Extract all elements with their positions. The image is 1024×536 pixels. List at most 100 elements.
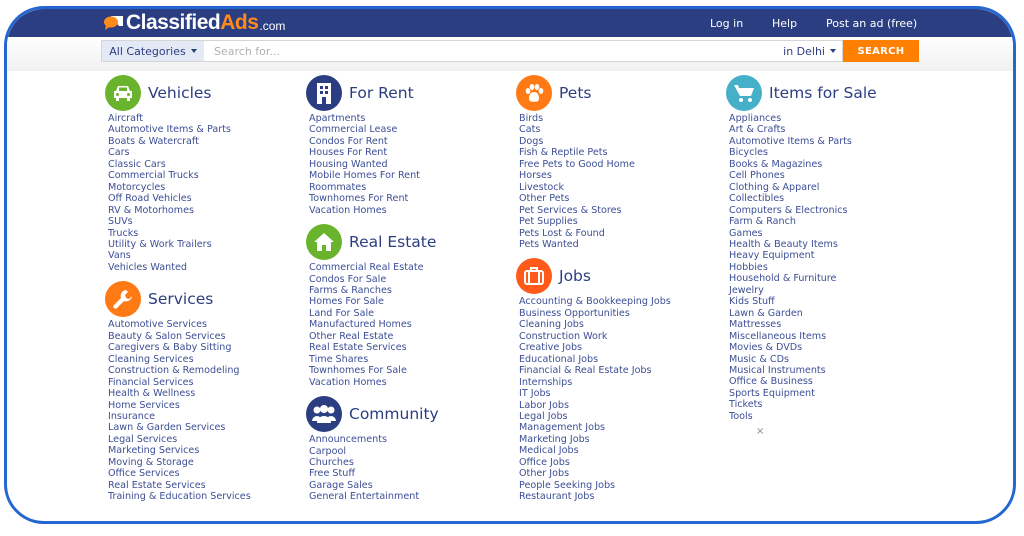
subcategory-link[interactable]: Cats: [519, 124, 671, 135]
subcategory-link[interactable]: Caregivers & Baby Sitting: [108, 342, 251, 353]
house-icon[interactable]: [306, 224, 342, 261]
subcategory-link[interactable]: Automotive Items & Parts: [108, 124, 251, 135]
subcategory-link[interactable]: Utility & Work Trailers: [108, 239, 251, 250]
subcategory-link[interactable]: RV & Motorhomes: [108, 205, 251, 216]
subcategory-link[interactable]: Movies & DVDs: [729, 342, 877, 353]
subcategory-link[interactable]: Home Services: [108, 400, 251, 411]
category-dropdown[interactable]: All Categories: [102, 41, 204, 61]
location-dropdown[interactable]: in Delhi: [783, 41, 836, 61]
subcategory-link[interactable]: Collectibles: [729, 193, 877, 204]
subcategory-link[interactable]: Real Estate Services: [309, 342, 439, 353]
subcategory-link[interactable]: Cell Phones: [729, 170, 877, 181]
subcategory-link[interactable]: Apartments: [309, 113, 439, 124]
subcategory-link[interactable]: Financial Services: [108, 377, 251, 388]
subcategory-link[interactable]: Games: [729, 228, 877, 239]
subcategory-link[interactable]: Off Road Vehicles: [108, 193, 251, 204]
subcategory-link[interactable]: Hobbies: [729, 262, 877, 273]
subcategory-link[interactable]: Houses For Rent: [309, 147, 439, 158]
subcategory-link[interactable]: Condos For Rent: [309, 136, 439, 147]
subcategory-link[interactable]: Pets Lost & Found: [519, 228, 671, 239]
subcategory-link[interactable]: Marketing Services: [108, 445, 251, 456]
category-title[interactable]: Items for Sale: [769, 84, 877, 102]
subcategory-link[interactable]: Financial & Real Estate Jobs: [519, 365, 671, 376]
subcategory-link[interactable]: Manufactured Homes: [309, 319, 439, 330]
subcategory-link[interactable]: Vehicles Wanted: [108, 262, 251, 273]
subcategory-link[interactable]: Beauty & Salon Services: [108, 331, 251, 342]
subcategory-link[interactable]: Accounting & Bookkeeping Jobs: [519, 296, 671, 307]
subcategory-link[interactable]: Moving & Storage: [108, 457, 251, 468]
subcategory-link[interactable]: Free Pets to Good Home: [519, 159, 671, 170]
subcategory-link[interactable]: Commercial Lease: [309, 124, 439, 135]
subcategory-link[interactable]: Music & CDs: [729, 354, 877, 365]
subcategory-link[interactable]: Pets Wanted: [519, 239, 671, 250]
subcategory-link[interactable]: Construction Work: [519, 331, 671, 342]
subcategory-link[interactable]: Churches: [309, 457, 439, 468]
subcategory-link[interactable]: Books & Magazines: [729, 159, 877, 170]
subcategory-link[interactable]: Pet Supplies: [519, 216, 671, 227]
help-link[interactable]: Help: [772, 17, 797, 30]
subcategory-link[interactable]: Free Stuff: [309, 468, 439, 479]
wrench-icon[interactable]: [105, 281, 141, 318]
category-title[interactable]: For Rent: [349, 84, 414, 102]
subcategory-link[interactable]: Household & Furniture: [729, 273, 877, 284]
subcategory-link[interactable]: Boats & Watercraft: [108, 136, 251, 147]
subcategory-link[interactable]: Mobile Homes For Rent: [309, 170, 439, 181]
subcategory-link[interactable]: Farm & Ranch: [729, 216, 877, 227]
subcategory-link[interactable]: People Seeking Jobs: [519, 480, 671, 491]
subcategory-link[interactable]: Computers & Electronics: [729, 205, 877, 216]
subcategory-link[interactable]: Business Opportunities: [519, 308, 671, 319]
post-ad-link[interactable]: Post an ad (free): [826, 17, 917, 30]
subcategory-link[interactable]: Condos For Sale: [309, 274, 439, 285]
subcategory-link[interactable]: Lawn & Garden: [729, 308, 877, 319]
building-icon[interactable]: [306, 75, 342, 111]
subcategory-link[interactable]: Fish & Reptile Pets: [519, 147, 671, 158]
subcategory-link[interactable]: Appliances: [729, 113, 877, 124]
subcategory-link[interactable]: Pet Services & Stores: [519, 205, 671, 216]
subcategory-link[interactable]: IT Jobs: [519, 388, 671, 399]
subcategory-link[interactable]: Cleaning Services: [108, 354, 251, 365]
close-icon[interactable]: ×: [756, 426, 764, 437]
subcategory-link[interactable]: Creative Jobs: [519, 342, 671, 353]
subcategory-link[interactable]: Automotive Services: [108, 319, 251, 330]
subcategory-link[interactable]: Homes For Sale: [309, 296, 439, 307]
subcategory-link[interactable]: Kids Stuff: [729, 296, 877, 307]
subcategory-link[interactable]: Office Jobs: [519, 457, 671, 468]
subcategory-link[interactable]: Dogs: [519, 136, 671, 147]
subcategory-link[interactable]: Aircraft: [108, 113, 251, 124]
subcategory-link[interactable]: Tools: [729, 411, 877, 422]
login-link[interactable]: Log in: [710, 17, 743, 30]
subcategory-link[interactable]: Commercial Trucks: [108, 170, 251, 181]
subcategory-link[interactable]: Marketing Jobs: [519, 434, 671, 445]
subcategory-link[interactable]: Musical Instruments: [729, 365, 877, 376]
subcategory-link[interactable]: Miscellaneous Items: [729, 331, 877, 342]
subcategory-link[interactable]: Art & Crafts: [729, 124, 877, 135]
subcategory-link[interactable]: Other Jobs: [519, 468, 671, 479]
subcategory-link[interactable]: Lawn & Garden Services: [108, 422, 251, 433]
car-icon[interactable]: [105, 75, 141, 111]
subcategory-link[interactable]: Classic Cars: [108, 159, 251, 170]
subcategory-link[interactable]: Internships: [519, 377, 671, 388]
cart-icon[interactable]: [726, 75, 762, 111]
subcategory-link[interactable]: Carpool: [309, 446, 439, 457]
briefcase-icon[interactable]: [516, 258, 552, 295]
subcategory-link[interactable]: Automotive Items & Parts: [729, 136, 877, 147]
subcategory-link[interactable]: Vacation Homes: [309, 377, 439, 388]
category-title[interactable]: Services: [148, 290, 213, 308]
subcategory-link[interactable]: SUVs: [108, 216, 251, 227]
subcategory-link[interactable]: Cleaning Jobs: [519, 319, 671, 330]
subcategory-link[interactable]: Health & Beauty Items: [729, 239, 877, 250]
category-title[interactable]: Jobs: [559, 267, 591, 285]
search-button[interactable]: SEARCH: [843, 40, 919, 62]
subcategory-link[interactable]: Health & Wellness: [108, 388, 251, 399]
subcategory-link[interactable]: Tickets: [729, 399, 877, 410]
category-title[interactable]: Vehicles: [148, 84, 212, 102]
subcategory-link[interactable]: Roommates: [309, 182, 439, 193]
subcategory-link[interactable]: Livestock: [519, 182, 671, 193]
subcategory-link[interactable]: Office Services: [108, 468, 251, 479]
subcategory-link[interactable]: Townhomes For Rent: [309, 193, 439, 204]
subcategory-link[interactable]: Motorcycles: [108, 182, 251, 193]
subcategory-link[interactable]: Horses: [519, 170, 671, 181]
subcategory-link[interactable]: Sports Equipment: [729, 388, 877, 399]
subcategory-link[interactable]: Construction & Remodeling: [108, 365, 251, 376]
subcategory-link[interactable]: Birds: [519, 113, 671, 124]
